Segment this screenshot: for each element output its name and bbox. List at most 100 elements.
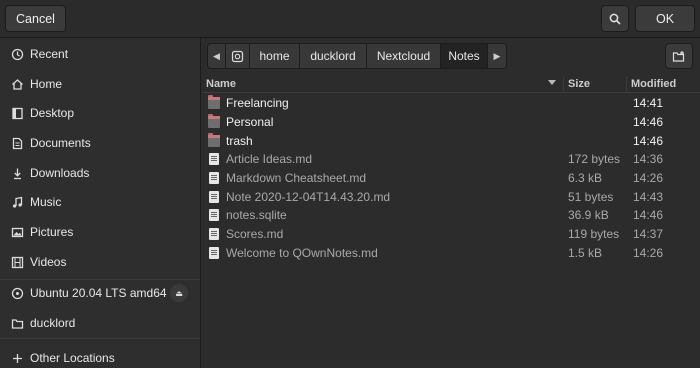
- sidebar-item-videos[interactable]: Videos: [0, 249, 200, 275]
- sidebar-item-desktop[interactable]: Desktop: [0, 100, 200, 126]
- path-segment-nextcloud[interactable]: Nextcloud: [367, 44, 441, 68]
- search-icon: [609, 13, 621, 25]
- file-size: 1.5 kB: [568, 246, 603, 260]
- drive-icon: [231, 50, 244, 62]
- column-header-row: Name Size Modified: [202, 75, 700, 93]
- table-row[interactable]: Freelancing 14:41: [202, 94, 700, 113]
- new-folder-icon: [672, 50, 685, 62]
- places-sidebar: Recent Home Desktop Documents Downloads …: [0, 38, 201, 368]
- sidebar-item-pictures[interactable]: Pictures: [0, 219, 200, 245]
- eject-icon[interactable]: ⏏: [170, 284, 188, 302]
- file-name: notes.sqlite: [226, 208, 287, 222]
- sidebar-item-label: Videos: [30, 255, 67, 269]
- sidebar-item-downloads[interactable]: Downloads: [0, 160, 200, 186]
- file-size: 172 bytes: [568, 152, 621, 166]
- sidebar-item-label: ducklord: [30, 316, 76, 330]
- column-header-label: Modified: [631, 78, 677, 90]
- path-bar: ◀ home ducklord Nextcloud Notes ▶: [207, 43, 507, 69]
- folder-icon: [10, 316, 24, 330]
- plus-icon: [10, 351, 24, 365]
- new-folder-button[interactable]: [665, 43, 693, 69]
- file-modified: 14:46: [633, 115, 664, 129]
- ok-button[interactable]: OK: [635, 5, 695, 32]
- path-scroll-right-button[interactable]: ▶: [488, 44, 506, 68]
- video-icon: [10, 255, 24, 269]
- sidebar-item-documents[interactable]: Documents: [0, 130, 200, 156]
- file-name: Scores.md: [226, 227, 284, 241]
- file-modified: 14:37: [633, 227, 664, 241]
- picture-icon: [10, 225, 24, 239]
- clock-icon: [10, 47, 24, 61]
- column-header-size[interactable]: Size: [568, 75, 590, 93]
- path-segment-home[interactable]: home: [250, 44, 300, 68]
- sidebar-item-label: Pictures: [30, 225, 74, 239]
- file-modified: 14:26: [633, 171, 664, 185]
- file-modified: 14:46: [633, 134, 664, 148]
- sidebar-item-label: Documents: [30, 136, 91, 150]
- music-icon: [10, 195, 24, 209]
- table-row[interactable]: trash 14:46: [202, 132, 700, 151]
- sidebar-item-label: Other Locations: [30, 351, 115, 365]
- sidebar-item-ubuntu-volume[interactable]: Ubuntu 20.04 LTS amd64 ⏏: [0, 280, 200, 306]
- table-row[interactable]: Markdown Cheatsheet.md 6.3 kB 14:26: [202, 169, 700, 188]
- database-file-icon: [209, 209, 219, 221]
- file-modified: 14:36: [633, 152, 664, 166]
- file-modified: 14:43: [633, 190, 664, 204]
- markdown-file-icon: [209, 228, 219, 240]
- file-name: Personal: [226, 115, 274, 129]
- header-bar: Cancel OK: [0, 0, 700, 38]
- file-list: Name Size Modified Freelancing 14:41 Per…: [202, 75, 700, 368]
- sidebar-item-label: Ubuntu 20.04 LTS amd64: [30, 286, 167, 300]
- home-icon: [10, 77, 24, 91]
- chevron-left-icon: ◀: [213, 50, 220, 61]
- sidebar-item-label: Recent: [30, 47, 69, 61]
- column-header-name[interactable]: Name: [206, 75, 563, 93]
- file-modified: 14:26: [633, 246, 664, 260]
- file-name: Article Ideas.md: [226, 152, 313, 166]
- column-header-modified[interactable]: Modified: [631, 75, 676, 93]
- markdown-file-icon: [209, 191, 219, 203]
- sidebar-separator: [0, 338, 200, 339]
- sidebar-item-other-locations[interactable]: Other Locations: [0, 345, 200, 368]
- file-size: 6.3 kB: [568, 171, 603, 185]
- markdown-file-icon: [209, 153, 219, 165]
- markdown-file-icon: [209, 247, 219, 259]
- file-size: 36.9 kB: [568, 208, 609, 222]
- sidebar-item-label: Desktop: [30, 106, 75, 120]
- sidebar-item-recent[interactable]: Recent: [0, 41, 200, 67]
- path-root-button[interactable]: [226, 44, 250, 68]
- sidebar-item-label: Home: [30, 77, 63, 91]
- file-size: 51 bytes: [568, 190, 614, 204]
- search-button[interactable]: [601, 5, 629, 32]
- table-row[interactable]: notes.sqlite 36.9 kB 14:46: [202, 206, 700, 225]
- markdown-file-icon: [209, 172, 219, 184]
- file-modified: 14:46: [633, 208, 664, 222]
- download-icon: [10, 166, 24, 180]
- column-header-label: Name: [206, 78, 236, 90]
- table-row[interactable]: Scores.md 119 bytes 14:37: [202, 225, 700, 244]
- sidebar-item-label: Downloads: [30, 166, 90, 180]
- folder-icon: [208, 133, 220, 147]
- column-divider[interactable]: [626, 77, 627, 91]
- column-header-label: Size: [568, 78, 591, 90]
- file-name: trash: [226, 134, 253, 148]
- path-scroll-left-button[interactable]: ◀: [208, 44, 226, 68]
- sidebar-item-ducklord[interactable]: ducklord: [0, 310, 200, 336]
- table-row[interactable]: Article Ideas.md 172 bytes 14:36: [202, 150, 700, 169]
- path-segment-ducklord[interactable]: ducklord: [300, 44, 367, 68]
- column-divider[interactable]: [563, 77, 564, 91]
- file-name: Freelancing: [226, 96, 289, 110]
- file-name: Welcome to QOwnNotes.md: [226, 246, 378, 260]
- file-name: Note 2020-12-04T14.43.20.md: [226, 190, 391, 204]
- cancel-button[interactable]: Cancel: [5, 5, 66, 32]
- disc-icon: [10, 286, 24, 300]
- path-segment-notes[interactable]: Notes: [441, 44, 488, 68]
- sidebar-item-home[interactable]: Home: [0, 71, 200, 97]
- file-name: Markdown Cheatsheet.md: [226, 171, 367, 185]
- table-row[interactable]: Personal 14:46: [202, 113, 700, 132]
- table-row[interactable]: Welcome to QOwnNotes.md 1.5 kB 14:26: [202, 244, 700, 263]
- sidebar-item-label: Music: [30, 195, 62, 209]
- document-icon: [10, 136, 24, 150]
- sidebar-item-music[interactable]: Music: [0, 189, 200, 215]
- table-row[interactable]: Note 2020-12-04T14.43.20.md 51 bytes 14:…: [202, 188, 700, 207]
